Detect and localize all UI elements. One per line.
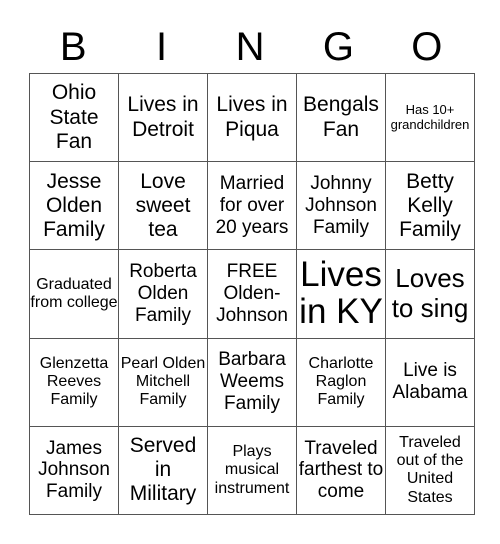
- header-letter-o: O: [411, 25, 443, 69]
- bingo-cell[interactable]: Barbara Weems Family: [207, 337, 297, 427]
- header-letter-n: N: [235, 25, 265, 69]
- bingo-cell[interactable]: Loves to sing: [385, 249, 475, 339]
- bingo-cell[interactable]: Has 10+ grandchildren: [385, 72, 475, 163]
- bingo-cell-free[interactable]: FREE Olden-Johnson: [207, 249, 297, 339]
- bingo-grid: Ohio State Fan Lives in Detroit Lives in P…: [29, 72, 475, 516]
- bingo-cell[interactable]: Johnny Johnson Family: [296, 161, 386, 251]
- bingo-cell[interactable]: Jesse Olden Family: [29, 161, 119, 251]
- bingo-cell[interactable]: Plays musical instrument: [207, 425, 297, 516]
- bingo-cell[interactable]: Bengals Fan: [296, 72, 386, 163]
- bingo-cell[interactable]: Roberta Olden Family: [118, 249, 208, 339]
- bingo-row: Jesse Olden Family Love sweet tea Married …: [29, 161, 475, 251]
- header-letter-b: B: [59, 25, 87, 69]
- bingo-cell[interactable]: Graduated from college: [29, 249, 119, 339]
- bingo-cell[interactable]: Betty Kelly Family: [385, 161, 475, 251]
- bingo-cell[interactable]: Charlotte Raglon Family: [296, 337, 386, 427]
- bingo-cell[interactable]: Glenzetta Reeves Family: [29, 337, 119, 427]
- bingo-row: Graduated from college Roberta Olden Fami…: [29, 249, 475, 339]
- bingo-header: B I N G O: [29, 22, 471, 72]
- bingo-cell[interactable]: Ohio State Fan: [29, 72, 119, 163]
- bingo-row: Ohio State Fan Lives in Detroit Lives in P…: [29, 72, 475, 163]
- bingo-cell[interactable]: Lives in KY: [296, 249, 386, 339]
- bingo-cell[interactable]: Lives in Detroit: [118, 72, 208, 163]
- bingo-row: James Johnson Family Served in Military Pl…: [29, 425, 475, 516]
- bingo-cell[interactable]: Served in Military: [118, 425, 208, 516]
- bingo-row: Glenzetta Reeves Family Pearl Olden Mitch…: [29, 337, 475, 427]
- bingo-cell[interactable]: Live is Alabama: [385, 337, 475, 427]
- bingo-cell[interactable]: Lives in Piqua: [207, 72, 297, 163]
- bingo-cell[interactable]: Traveled farthest to come: [296, 425, 386, 516]
- header-letter-g: G: [322, 25, 354, 69]
- bingo-cell[interactable]: Married for over 20 years: [207, 161, 297, 251]
- header-letter-i: I: [156, 25, 168, 69]
- bingo-cell[interactable]: James Johnson Family: [29, 425, 119, 516]
- bingo-cell[interactable]: Traveled out of the United States: [385, 425, 475, 516]
- bingo-cell[interactable]: Love sweet tea: [118, 161, 208, 251]
- bingo-cell[interactable]: Pearl Olden Mitchell Family: [118, 337, 208, 427]
